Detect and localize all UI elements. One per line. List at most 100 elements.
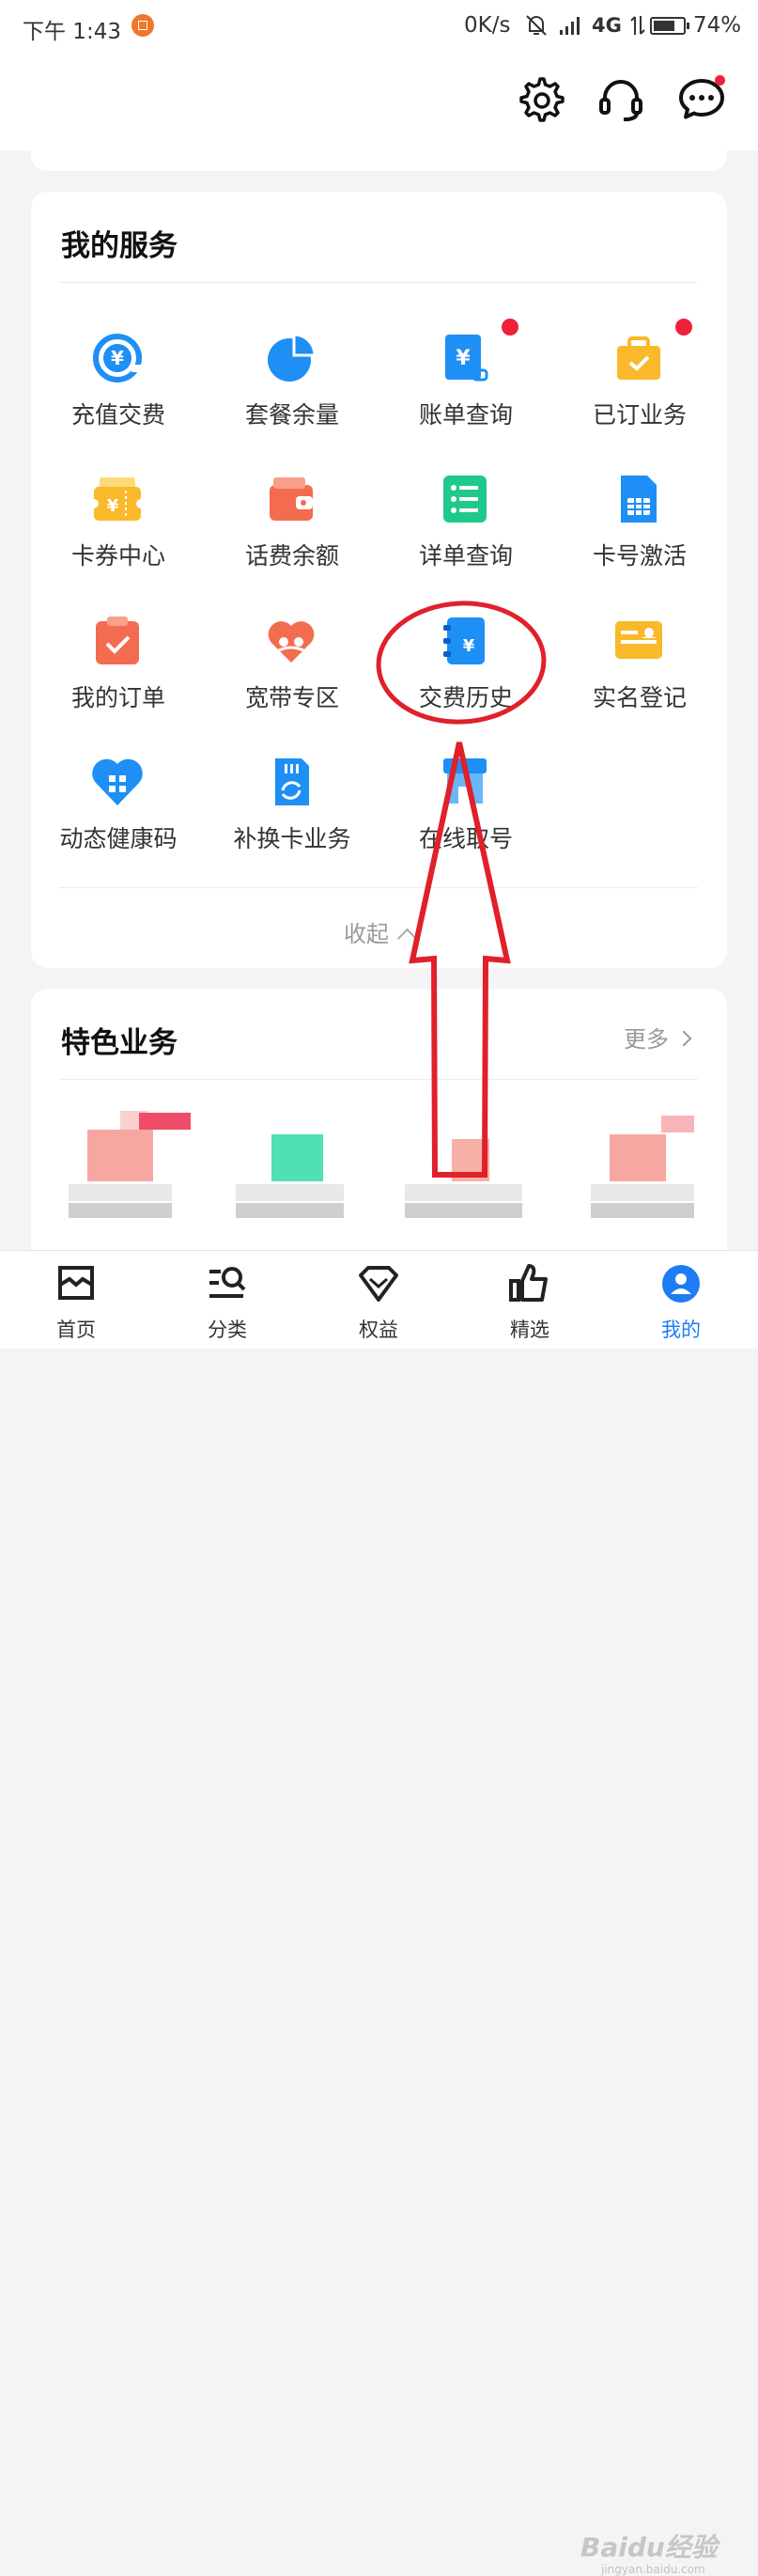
service-item[interactable]: 宽带专区: [205, 614, 379, 745]
nav-label: 我的: [661, 1319, 701, 1341]
featured-item-2[interactable]: [236, 1101, 367, 1224]
service-label: 实名登记: [592, 684, 687, 711]
my-services-title: 我的服务: [61, 229, 178, 263]
service-item[interactable]: 详单查询: [379, 472, 553, 603]
divider: [59, 887, 698, 888]
service-label: 话费余额: [244, 542, 339, 570]
nav-label: 精选: [510, 1319, 549, 1341]
service-label: 交费历史: [418, 684, 513, 711]
recharge-icon: ¥: [90, 331, 145, 385]
service-label: 卡号激活: [592, 542, 687, 570]
app-notification-icon: [131, 14, 154, 37]
chevron-right-icon: [675, 1030, 692, 1047]
featured-item-4[interactable]: [591, 1101, 722, 1224]
nav-benefits[interactable]: 权益: [303, 1251, 454, 1349]
service-item[interactable]: 卡号激活: [552, 472, 727, 603]
bottom-navigation: 首页 分类 权益 精选 我的 Baidu经验 jingyan.baidu.com: [0, 1250, 758, 2576]
list-icon: [438, 472, 492, 526]
pie-chart-icon: [264, 331, 318, 385]
service-item[interactable]: 已订业务: [552, 319, 727, 462]
message-badge: [715, 75, 725, 86]
status-icons: 4G: [522, 13, 645, 38]
featured-services-card: 特色业务 更多: [31, 989, 727, 1271]
store-icon: [438, 755, 492, 809]
service-label: 充值交费: [70, 401, 165, 429]
svg-text:¥: ¥: [456, 347, 471, 370]
broadband-heart-icon: [264, 614, 318, 668]
signal-icon: [560, 17, 580, 35]
service-item[interactable]: ¥ 卡券中心: [31, 472, 206, 603]
headset-icon: [599, 80, 642, 121]
battery-icon: [650, 17, 689, 35]
category-search-icon: [206, 1262, 249, 1305]
my-services-card: 我的服务 ¥ 充值交费 套餐余量 ¥ 账单查询 已订业务 ¥ 卡券中心 话费余额 详单查询 卡号激活…: [31, 192, 727, 968]
service-item[interactable]: ¥ 账单查询: [379, 319, 553, 462]
nav-category[interactable]: 分类: [152, 1251, 302, 1349]
nav-featured[interactable]: 精选: [455, 1251, 605, 1349]
bill-icon: ¥: [438, 331, 492, 385]
nav-mine[interactable]: 我的: [606, 1251, 756, 1349]
divider: [59, 1079, 698, 1080]
diamond-icon: [357, 1262, 400, 1305]
status-bar: 下午 1:43 0K/s 4G 74%: [0, 0, 758, 53]
more-link[interactable]: 更多: [624, 1021, 692, 1054]
coupon-icon: ¥: [89, 472, 146, 526]
svg-text:¥: ¥: [107, 496, 119, 516]
notification-badge: [675, 319, 692, 336]
customer-service-button[interactable]: [596, 73, 646, 124]
service-label: 在线取号: [418, 825, 513, 852]
data-transfer-icon: [630, 16, 645, 35]
service-label: 我的订单: [70, 684, 165, 711]
service-label: 补换卡业务: [233, 825, 351, 852]
service-item[interactable]: 补换卡业务: [205, 755, 379, 886]
home-icon: [54, 1262, 98, 1305]
service-item[interactable]: 套餐余量: [205, 331, 379, 462]
user-icon: [659, 1262, 703, 1305]
id-card-icon: [611, 614, 666, 668]
chevron-up-icon: [396, 928, 418, 949]
service-item[interactable]: 话费余额: [205, 472, 379, 603]
battery-percent: 74%: [693, 13, 742, 38]
watermark-url: jingyan.baidu.com: [601, 2563, 705, 2576]
featured-item-1[interactable]: [69, 1101, 200, 1224]
service-label: 账单查询: [418, 401, 513, 429]
nav-label: 分类: [208, 1319, 247, 1341]
notification-badge: [502, 319, 518, 336]
settings-button[interactable]: [517, 73, 567, 124]
payment-history-icon: ¥: [438, 614, 492, 668]
service-item[interactable]: 动态健康码: [31, 755, 206, 886]
baidu-watermark: Baidu经验: [580, 2532, 718, 2563]
featured-item-3[interactable]: [405, 1101, 536, 1224]
service-item[interactable]: ¥ 交费历史: [379, 614, 553, 745]
messages-button[interactable]: [676, 73, 727, 124]
service-label: 宽带专区: [244, 684, 339, 711]
service-item[interactable]: ¥ 充值交费: [31, 331, 206, 462]
nav-label: 首页: [56, 1319, 96, 1341]
thumbs-up-icon: [508, 1262, 551, 1305]
more-label: 更多: [624, 1026, 669, 1053]
header: [0, 53, 758, 150]
service-item[interactable]: 实名登记: [552, 614, 727, 745]
service-label: 已订业务: [592, 401, 687, 429]
network-speed: 0K/s: [464, 13, 511, 38]
featured-title: 特色业务: [61, 1026, 178, 1060]
network-type: 4G: [592, 14, 622, 37]
briefcase-icon: [611, 331, 666, 385]
nav-home[interactable]: 首页: [1, 1251, 151, 1349]
order-icon: [90, 614, 145, 668]
status-time: 下午 1:43: [23, 20, 121, 44]
service-item[interactable]: 在线取号: [379, 755, 553, 886]
mute-bell-icon: [526, 15, 547, 36]
svg-text:¥: ¥: [111, 347, 124, 369]
service-item[interactable]: 我的订单: [31, 614, 206, 745]
service-label: 动态健康码: [59, 825, 178, 852]
service-label: 详单查询: [418, 542, 513, 570]
collapse-button[interactable]: 收起: [31, 915, 727, 949]
wallet-icon: [264, 472, 318, 526]
service-label: 套餐余量: [244, 401, 339, 429]
previous-card-edge: [31, 150, 727, 171]
health-code-icon: [90, 755, 145, 809]
collapse-label: 收起: [344, 921, 389, 947]
divider: [59, 282, 698, 283]
gear-icon: [519, 77, 565, 122]
